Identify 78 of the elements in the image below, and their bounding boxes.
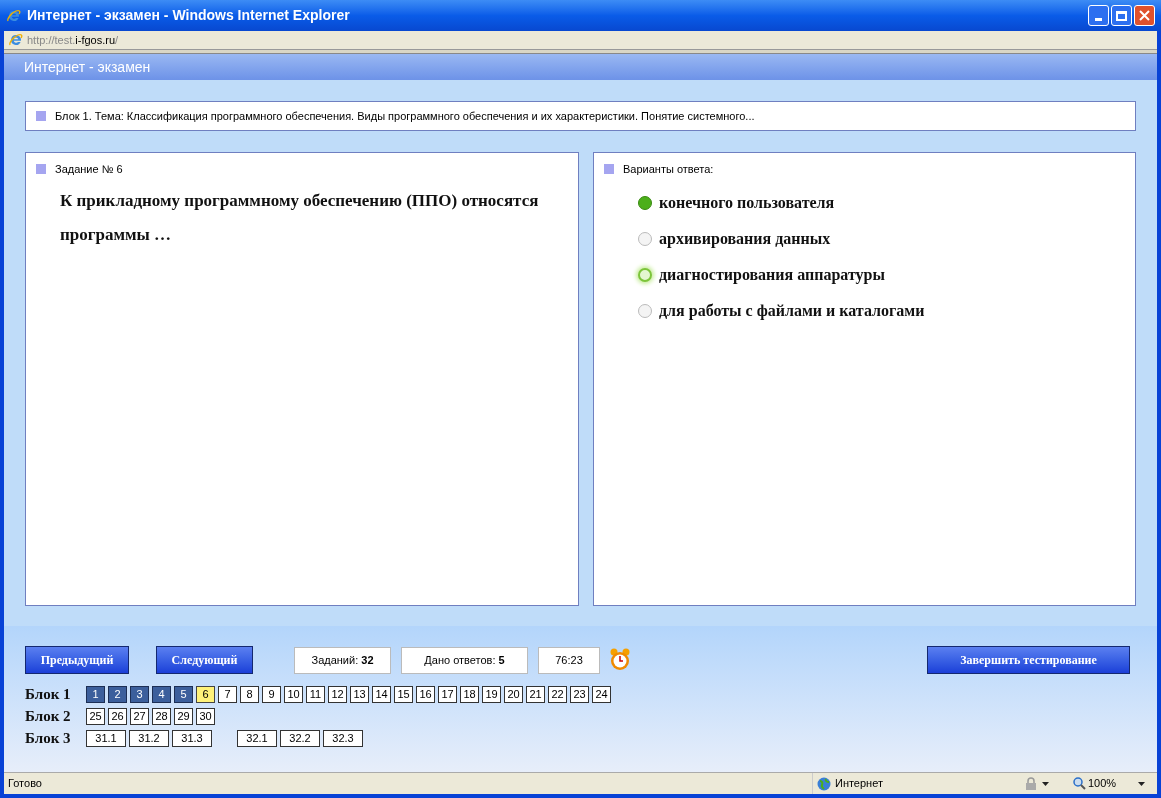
question-number[interactable]: 31.3 xyxy=(172,730,212,747)
zoom-icon[interactable] xyxy=(1072,777,1086,790)
question-number[interactable]: 29 xyxy=(174,708,193,725)
page-icon xyxy=(8,32,24,48)
browser-icon xyxy=(6,7,22,24)
question-number[interactable]: 17 xyxy=(438,686,457,703)
answer-option[interactable]: конечного пользователя xyxy=(638,190,1125,215)
maximize-button[interactable] xyxy=(1111,5,1132,26)
dropdown-icon[interactable] xyxy=(1138,781,1146,786)
question-number[interactable]: 22 xyxy=(548,686,567,703)
answer-option[interactable]: диагностирования аппаратуры xyxy=(638,262,1125,287)
globe-icon xyxy=(816,776,831,791)
answered-counter: Дано ответов: 5 xyxy=(401,646,528,674)
block-label: Блок 3 xyxy=(25,729,72,749)
topic-text: Блок 1. Тема: Классификация программного обеспечения. Виды программного обеспечения и их характеристики. Понятие системного... xyxy=(55,108,755,124)
question-number[interactable]: 10 xyxy=(284,686,303,703)
question-number[interactable]: 31.1 xyxy=(86,730,126,747)
question-number[interactable]: 14 xyxy=(372,686,391,703)
question-number[interactable]: 4 xyxy=(152,686,171,703)
question-number[interactable]: 32.2 xyxy=(280,730,320,747)
question-number[interactable]: 15 xyxy=(394,686,413,703)
radio-button[interactable] xyxy=(638,267,652,282)
address-text: http://test.i-fgos.ru/ xyxy=(27,32,119,48)
question-number[interactable]: 6 xyxy=(196,686,215,703)
question-number[interactable]: 2 xyxy=(108,686,127,703)
security-zone: Интернет xyxy=(834,776,883,792)
question-number[interactable]: 32.3 xyxy=(323,730,363,747)
question-number[interactable]: 9 xyxy=(262,686,281,703)
question-number[interactable]: 25 xyxy=(86,708,105,725)
alarm-clock-icon xyxy=(609,648,631,672)
next-button[interactable]: Следующий xyxy=(156,646,253,674)
radio-button[interactable] xyxy=(638,231,652,246)
dropdown-icon[interactable] xyxy=(1041,781,1049,786)
block-label: Блок 1 xyxy=(25,685,72,705)
tasks-counter: Заданий: 32 xyxy=(294,646,391,674)
block-label: Блок 2 xyxy=(25,707,72,727)
question-number[interactable]: 28 xyxy=(152,708,171,725)
question-number[interactable]: 26 xyxy=(108,708,127,725)
question-number[interactable]: 32.1 xyxy=(237,730,277,747)
bullet-icon xyxy=(36,111,46,121)
question-number[interactable]: 13 xyxy=(350,686,369,703)
radio-button[interactable] xyxy=(638,195,652,210)
bullet-icon xyxy=(36,164,46,175)
question-number[interactable]: 16 xyxy=(416,686,435,703)
question-number[interactable]: 31.2 xyxy=(129,730,169,747)
question-number[interactable]: 30 xyxy=(196,708,215,725)
question-number[interactable]: 18 xyxy=(460,686,479,703)
question-number[interactable]: 5 xyxy=(174,686,193,703)
close-button[interactable] xyxy=(1134,5,1155,26)
question-text: К прикладному программному обеспечению (ППО) относятся программы … xyxy=(59,189,540,246)
radio-button[interactable] xyxy=(638,303,652,318)
timer: 76:23 xyxy=(538,646,600,674)
finish-button[interactable]: Завершить тестирование xyxy=(927,646,1130,674)
status-text: Готово xyxy=(8,776,42,792)
question-number[interactable]: 19 xyxy=(482,686,501,703)
question-number[interactable]: 24 xyxy=(592,686,611,703)
question-number[interactable]: 1 xyxy=(86,686,105,703)
question-number[interactable]: 23 xyxy=(570,686,589,703)
question-number[interactable]: 27 xyxy=(130,708,149,725)
previous-button[interactable]: Предыдущий xyxy=(25,646,129,674)
answers-heading: Варианты ответа: xyxy=(623,162,714,177)
answer-option[interactable]: для работы с файлами и каталогами xyxy=(638,298,1125,323)
close-icon xyxy=(1139,10,1150,21)
minimize-button[interactable] xyxy=(1088,5,1109,26)
page-title: Интернет - экзамен xyxy=(24,57,151,77)
question-number[interactable]: 20 xyxy=(504,686,523,703)
bullet-icon xyxy=(604,164,614,175)
question-number[interactable]: 7 xyxy=(218,686,237,703)
window-title: Интернет - экзамен - Windows Internet Explorer xyxy=(27,6,350,25)
address-bar[interactable]: http://test.i-fgos.ru/ xyxy=(4,31,1157,50)
task-heading: Задание № 6 xyxy=(55,162,123,177)
question-number[interactable]: 11 xyxy=(306,686,325,703)
question-number[interactable]: 3 xyxy=(130,686,149,703)
question-number[interactable]: 21 xyxy=(526,686,545,703)
question-number[interactable]: 8 xyxy=(240,686,259,703)
answer-option[interactable]: архивирования данных xyxy=(638,226,1125,251)
question-number[interactable]: 12 xyxy=(328,686,347,703)
zoom-level[interactable]: 100% xyxy=(1087,775,1117,792)
